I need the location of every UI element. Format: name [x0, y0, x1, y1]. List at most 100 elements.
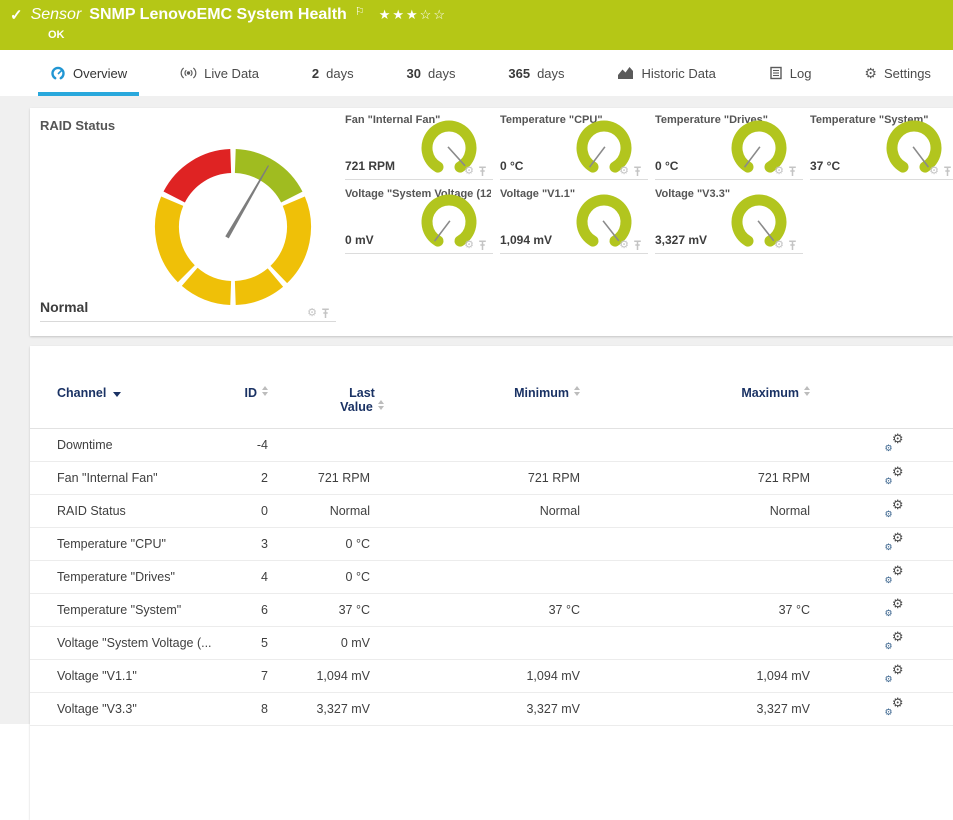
table-row-raid-status[interactable]: RAID Status 0 Normal Normal Normal ⚙⚙	[30, 495, 953, 528]
gauge-value: 721 RPM	[345, 159, 395, 173]
table-row-voltage-v3-3[interactable]: Voltage "V3.3" 8 3,327 mV 3,327 mV 3,327…	[30, 693, 953, 726]
channel-name: Voltage "System Voltage (...	[30, 627, 220, 660]
channels-table: Channel ID Last Value Minimum Maximum	[30, 378, 953, 726]
gauge-cell-temperature-drives: Temperature "Drives" 0 °C ⚙	[655, 114, 803, 180]
gear-icon[interactable]: ⚙	[774, 166, 784, 177]
historic-chart-icon	[617, 66, 634, 80]
gear-icon[interactable]: ⚙	[774, 240, 784, 251]
tab-label: Historic Data	[641, 66, 715, 81]
gauge-title: Voltage "V1.1"	[500, 188, 575, 200]
tab-live-data[interactable]: Live Data	[168, 50, 271, 96]
tab-strip: Overview Live Data 2 days 30 days 365 da…	[0, 50, 953, 96]
channels-panel: Channel ID Last Value Minimum Maximum	[30, 346, 953, 820]
maximum-value: 721 RPM	[580, 462, 810, 495]
channel-settings-icon[interactable]: ⚙⚙	[885, 501, 904, 518]
tab-label: days	[537, 66, 564, 81]
sort-header-minimum[interactable]: Minimum	[370, 378, 580, 429]
gear-icon: ⚙	[892, 663, 904, 676]
table-row-temperature-cpu[interactable]: Temperature "CPU" 3 0 °C ⚙⚙	[30, 528, 953, 561]
sort-icon	[262, 386, 268, 396]
header-label: Maximum	[741, 386, 799, 400]
pin-icon[interactable]	[478, 166, 487, 177]
gear-icon: ⚙	[885, 708, 893, 717]
gear-icon[interactable]: ⚙	[464, 240, 474, 251]
tab-number: 2	[312, 66, 319, 81]
channel-name: RAID Status	[30, 495, 220, 528]
tab-log[interactable]: Log	[757, 50, 824, 96]
last-value	[268, 429, 370, 462]
gauge-cell-raid-status: RAID Status Normal ⚙	[40, 116, 336, 322]
table-row-temperature-system[interactable]: Temperature "System" 6 37 °C 37 °C 37 °C…	[30, 594, 953, 627]
flag-icon: ⚐	[355, 5, 365, 18]
channel-id: 5	[220, 627, 268, 660]
sensor-header-bar: ✓ Sensor SNMP LenovoEMC System Health ⚐ …	[0, 0, 953, 50]
tab-label: Log	[790, 66, 812, 81]
table-row-fan-internal-fan[interactable]: Fan "Internal Fan" 2 721 RPM 721 RPM 721…	[30, 462, 953, 495]
last-value: 721 RPM	[268, 462, 370, 495]
last-value: 0 mV	[268, 627, 370, 660]
priority-stars[interactable]: ★★★☆☆	[379, 7, 447, 23]
tab-2-days[interactable]: 2 days	[300, 50, 366, 96]
minimum-value: 1,094 mV	[370, 660, 580, 693]
channel-settings-icon[interactable]: ⚙⚙	[885, 468, 904, 485]
gear-icon: ⚙	[892, 630, 904, 643]
channel-settings-icon[interactable]: ⚙⚙	[885, 534, 904, 551]
gear-icon: ⚙	[892, 498, 904, 511]
gauge-cell-temperature-cpu: Temperature "CPU" 0 °C ⚙	[500, 114, 648, 180]
tab-30-days[interactable]: 30 days	[395, 50, 468, 96]
gear-icon: ⚙	[892, 564, 904, 577]
channel-settings-icon[interactable]: ⚙⚙	[885, 600, 904, 617]
pin-icon[interactable]	[943, 166, 952, 177]
tab-label: Settings	[884, 66, 931, 81]
sort-header-channel[interactable]: Channel	[30, 378, 220, 429]
header-spacer	[810, 378, 953, 429]
log-icon	[769, 66, 783, 80]
tab-365-days[interactable]: 365 days	[496, 50, 576, 96]
pin-icon[interactable]	[633, 240, 642, 251]
table-row-temperature-drives[interactable]: Temperature "Drives" 4 0 °C ⚙⚙	[30, 561, 953, 594]
last-value: Normal	[268, 495, 370, 528]
gear-icon[interactable]: ⚙	[619, 166, 629, 177]
gear-icon: ⚙	[892, 465, 904, 478]
sort-header-id[interactable]: ID	[220, 378, 268, 429]
raid-gauge-dial	[148, 142, 318, 312]
table-row-voltage-system[interactable]: Voltage "System Voltage (... 5 0 mV ⚙⚙	[30, 627, 953, 660]
pin-icon[interactable]	[321, 308, 330, 319]
channel-id: 4	[220, 561, 268, 594]
pin-icon[interactable]	[788, 240, 797, 251]
gauge-value: 0 °C	[655, 159, 678, 173]
sort-header-last-value[interactable]: Last Value	[268, 378, 370, 429]
gear-icon[interactable]: ⚙	[619, 240, 629, 251]
gear-icon: ⚙	[892, 696, 904, 709]
channel-settings-icon[interactable]: ⚙⚙	[885, 699, 904, 716]
tab-historic-data[interactable]: Historic Data	[605, 50, 727, 96]
sort-icon	[804, 386, 810, 396]
maximum-value: 1,094 mV	[580, 660, 810, 693]
last-value: 3,327 mV	[268, 693, 370, 726]
last-value: 1,094 mV	[268, 660, 370, 693]
status-badge: OK	[48, 29, 65, 41]
channel-settings-icon[interactable]: ⚙⚙	[885, 435, 904, 452]
gear-icon: ⚙	[892, 432, 904, 445]
pin-icon[interactable]	[478, 240, 487, 251]
tab-overview[interactable]: Overview	[38, 50, 139, 96]
gauge-cell-voltage-system: Voltage "System Voltage (12... 0 mV ⚙	[345, 188, 493, 254]
gear-icon[interactable]: ⚙	[464, 166, 474, 177]
gear-icon[interactable]: ⚙	[929, 166, 939, 177]
gear-icon[interactable]: ⚙	[307, 308, 317, 319]
pin-icon[interactable]	[633, 166, 642, 177]
pin-icon[interactable]	[788, 166, 797, 177]
table-row-downtime[interactable]: Downtime -4 ⚙⚙	[30, 429, 953, 462]
gauge-value: 1,094 mV	[500, 233, 552, 247]
table-row-voltage-v1-1[interactable]: Voltage "V1.1" 7 1,094 mV 1,094 mV 1,094…	[30, 660, 953, 693]
header-label: Last	[349, 386, 375, 400]
channel-settings-icon[interactable]: ⚙⚙	[885, 567, 904, 584]
gear-icon: ⚙	[885, 609, 893, 618]
sort-header-maximum[interactable]: Maximum	[580, 378, 810, 429]
tab-settings[interactable]: ⚙ Settings	[852, 50, 943, 96]
channel-settings-icon[interactable]: ⚙⚙	[885, 633, 904, 650]
gear-icon: ⚙	[892, 531, 904, 544]
gear-icon: ⚙	[892, 597, 904, 610]
channel-settings-icon[interactable]: ⚙⚙	[885, 666, 904, 683]
gear-icon: ⚙	[885, 642, 893, 651]
